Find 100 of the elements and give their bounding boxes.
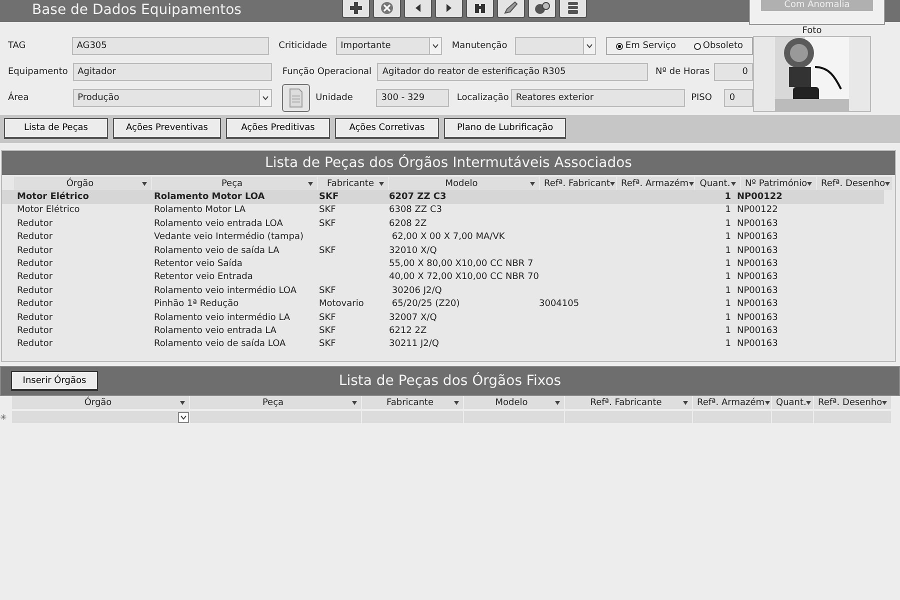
- table-cell-text: NP00122: [736, 205, 779, 216]
- column-header[interactable]: Quant.: [772, 396, 813, 410]
- table-cell-text: Rolamento veio de saída LOA: [153, 339, 287, 350]
- table-cell-text: NP00163: [736, 326, 779, 336]
- prev-button[interactable]: [404, 0, 432, 18]
- table-row[interactable]: Redutor Rolamento veio intermédio LOA SKF 30206 J2/Q 1 NP00163: [2, 284, 895, 298]
- text-field[interactable]: Agitador do reator de esterificação R305: [377, 63, 648, 81]
- caret-icon: [142, 182, 147, 186]
- section-button[interactable]: Plano de Lubrificação: [444, 118, 566, 139]
- table-cell-text: Redutor: [16, 326, 54, 336]
- table-cell-text: 32010 X/Q: [388, 246, 438, 256]
- section-button[interactable]: Lista de Peças: [4, 118, 108, 139]
- table-cell-text: Rolamento Motor LOA: [153, 192, 266, 202]
- table-cell-text: NP00163: [736, 312, 779, 323]
- column-header[interactable]: Refª. Armazém: [693, 396, 771, 410]
- table-row[interactable]: Redutor Rolamento veio intermédio LA SKF 32007 X/Q 1 NP00163: [2, 310, 895, 324]
- table-cell-text: 1: [724, 299, 732, 310]
- table-cell-text: Redutor: [16, 272, 54, 282]
- table-cell-text: NP00163: [736, 299, 779, 310]
- table-cell-text: Rolamento veio intermédio LA: [153, 312, 292, 323]
- table-cell-text: Pinhão 1ª Redução: [153, 299, 240, 310]
- column-header[interactable]: Modelo: [464, 396, 564, 410]
- binoculars-button[interactable]: [466, 0, 494, 18]
- plus-icon: [347, 1, 365, 15]
- table-cell-text: 1: [724, 272, 732, 282]
- left-triangle-icon: [415, 4, 421, 12]
- caret-icon: [807, 182, 812, 186]
- column-header[interactable]: Modelo: [389, 177, 539, 190]
- table-cell[interactable]: [12, 411, 189, 424]
- table-cell-text: 1: [724, 312, 732, 323]
- table-cell[interactable]: [190, 411, 361, 424]
- text-field[interactable]: 0: [724, 89, 753, 107]
- table-cell-text: NP00163: [736, 232, 779, 242]
- table-row[interactable]: Redutor Rolamento veio de saída LA SKF 32010 X/Q 1 NP00163: [2, 244, 895, 258]
- table-row[interactable]: Motor Elétrico Rolamento Motor LOA SKF 6207 ZZ C3 1 NP00122: [2, 190, 884, 204]
- column-header[interactable]: Refª. Fabricante: [565, 396, 692, 410]
- caret-icon: [610, 182, 615, 186]
- table-cell-text: 1: [724, 339, 732, 350]
- text-field[interactable]: Agitador: [72, 63, 272, 81]
- column-header[interactable]: Fabricante: [362, 396, 463, 410]
- column-header[interactable]: Peça: [190, 396, 361, 410]
- caret-icon: [180, 400, 185, 405]
- field-label: Nº de Horas: [656, 67, 710, 77]
- document-icon: [288, 88, 304, 108]
- plus-button[interactable]: [342, 0, 370, 18]
- table-cell-text: Retentor veio Saída: [153, 259, 244, 270]
- table-row[interactable]: Redutor Rolamento veio entrada LOA SKF 6208 2Z 1 NP00163: [2, 217, 895, 231]
- table-row[interactable]: Redutor Rolamento veio entrada LA SKF 6212 2Z 1 NP00163: [2, 324, 895, 338]
- stack-button[interactable]: [559, 0, 587, 18]
- document-button[interactable]: [282, 84, 310, 112]
- insert-button[interactable]: Inserir Órgãos: [11, 371, 98, 391]
- section-button[interactable]: Ações Corretivas: [334, 118, 439, 139]
- pen-icon: [502, 1, 520, 15]
- caret-icon: [308, 182, 313, 186]
- column-header[interactable]: Órgão: [14, 177, 151, 190]
- caret-icon: [731, 182, 736, 186]
- table-row[interactable]: Redutor Retentor veio Entrada 40,00 X 72,00 X10,00 CC NBR 70 1 NP00163: [2, 270, 895, 284]
- table-row[interactable]: Redutor Rolamento veio de saída LOA SKF 30211 J2/Q 1 NP00163: [2, 338, 895, 352]
- radio-option[interactable]: Em Serviço: [616, 41, 676, 51]
- field-label: Função Operacional: [282, 67, 373, 77]
- text-field[interactable]: 0: [714, 63, 753, 81]
- section-button[interactable]: Ações Preditivas: [226, 118, 330, 139]
- combo-field[interactable]: Importante: [336, 37, 442, 55]
- column-header[interactable]: Refª. Fabricant: [540, 177, 616, 190]
- delete-button[interactable]: [373, 0, 401, 18]
- text-field[interactable]: Reatores exterior: [510, 89, 686, 107]
- table-row[interactable]: Redutor Vedante veio Intermédio (tampa) 62,00 X 00 X 7,00 MA/VK 1 NP00163: [2, 230, 895, 244]
- caret-icon: [530, 182, 535, 186]
- table-row[interactable]: Redutor Retentor veio Saída 55,00 X 80,00 X10,00 CC NBR 7 1 NP00163: [2, 257, 895, 271]
- field-label: Manutenção: [452, 41, 508, 51]
- table-row[interactable]: Motor Elétrico Rolamento Motor LA SKF 6308 ZZ C3 1 NP00122: [2, 204, 895, 218]
- radio-option[interactable]: Obsoleto: [694, 41, 743, 51]
- column-header[interactable]: Órgão: [12, 396, 189, 410]
- caret-icon: [688, 182, 694, 186]
- table-cell-text: Vedante veio Intermédio (tampa): [153, 232, 304, 242]
- table-cell-text: Redutor: [16, 339, 54, 350]
- column-header[interactable]: Peça: [152, 177, 317, 190]
- column-header[interactable]: Quant.: [695, 177, 740, 190]
- table-cell-text: Redutor: [16, 246, 54, 256]
- caret-icon: [555, 400, 560, 405]
- photo-label: Foto: [802, 26, 822, 36]
- section-button[interactable]: Ações Preventivas: [113, 118, 221, 139]
- table-cell-text: Redutor: [16, 259, 54, 270]
- table-cell-text: Rolamento Motor LA: [153, 205, 247, 216]
- table-row[interactable]: Redutor Pinhão 1ª Redução Motovario 65/20/25 (Z20) 3004105 1 NP00163: [2, 298, 895, 311]
- text-field[interactable]: 300 - 329: [376, 89, 449, 107]
- combo-field[interactable]: Produção: [72, 89, 272, 107]
- table-cell-text: NP00163: [736, 218, 779, 229]
- column-header[interactable]: Refª. Desenho: [817, 177, 892, 190]
- table-cell-text: Redutor: [16, 312, 54, 323]
- next-button[interactable]: [435, 0, 463, 18]
- dropdown-icon[interactable]: [178, 412, 189, 423]
- text-field[interactable]: AG305: [72, 37, 269, 55]
- pen-button[interactable]: [497, 0, 525, 18]
- combo-field[interactable]: [515, 37, 596, 55]
- column-header[interactable]: Fabricante: [318, 177, 388, 190]
- column-header[interactable]: Refª. Armazém: [617, 177, 694, 190]
- gears-button[interactable]: [528, 0, 556, 18]
- column-header[interactable]: Refª. Desenho: [814, 396, 891, 410]
- column-header[interactable]: Nº Património: [741, 177, 816, 190]
